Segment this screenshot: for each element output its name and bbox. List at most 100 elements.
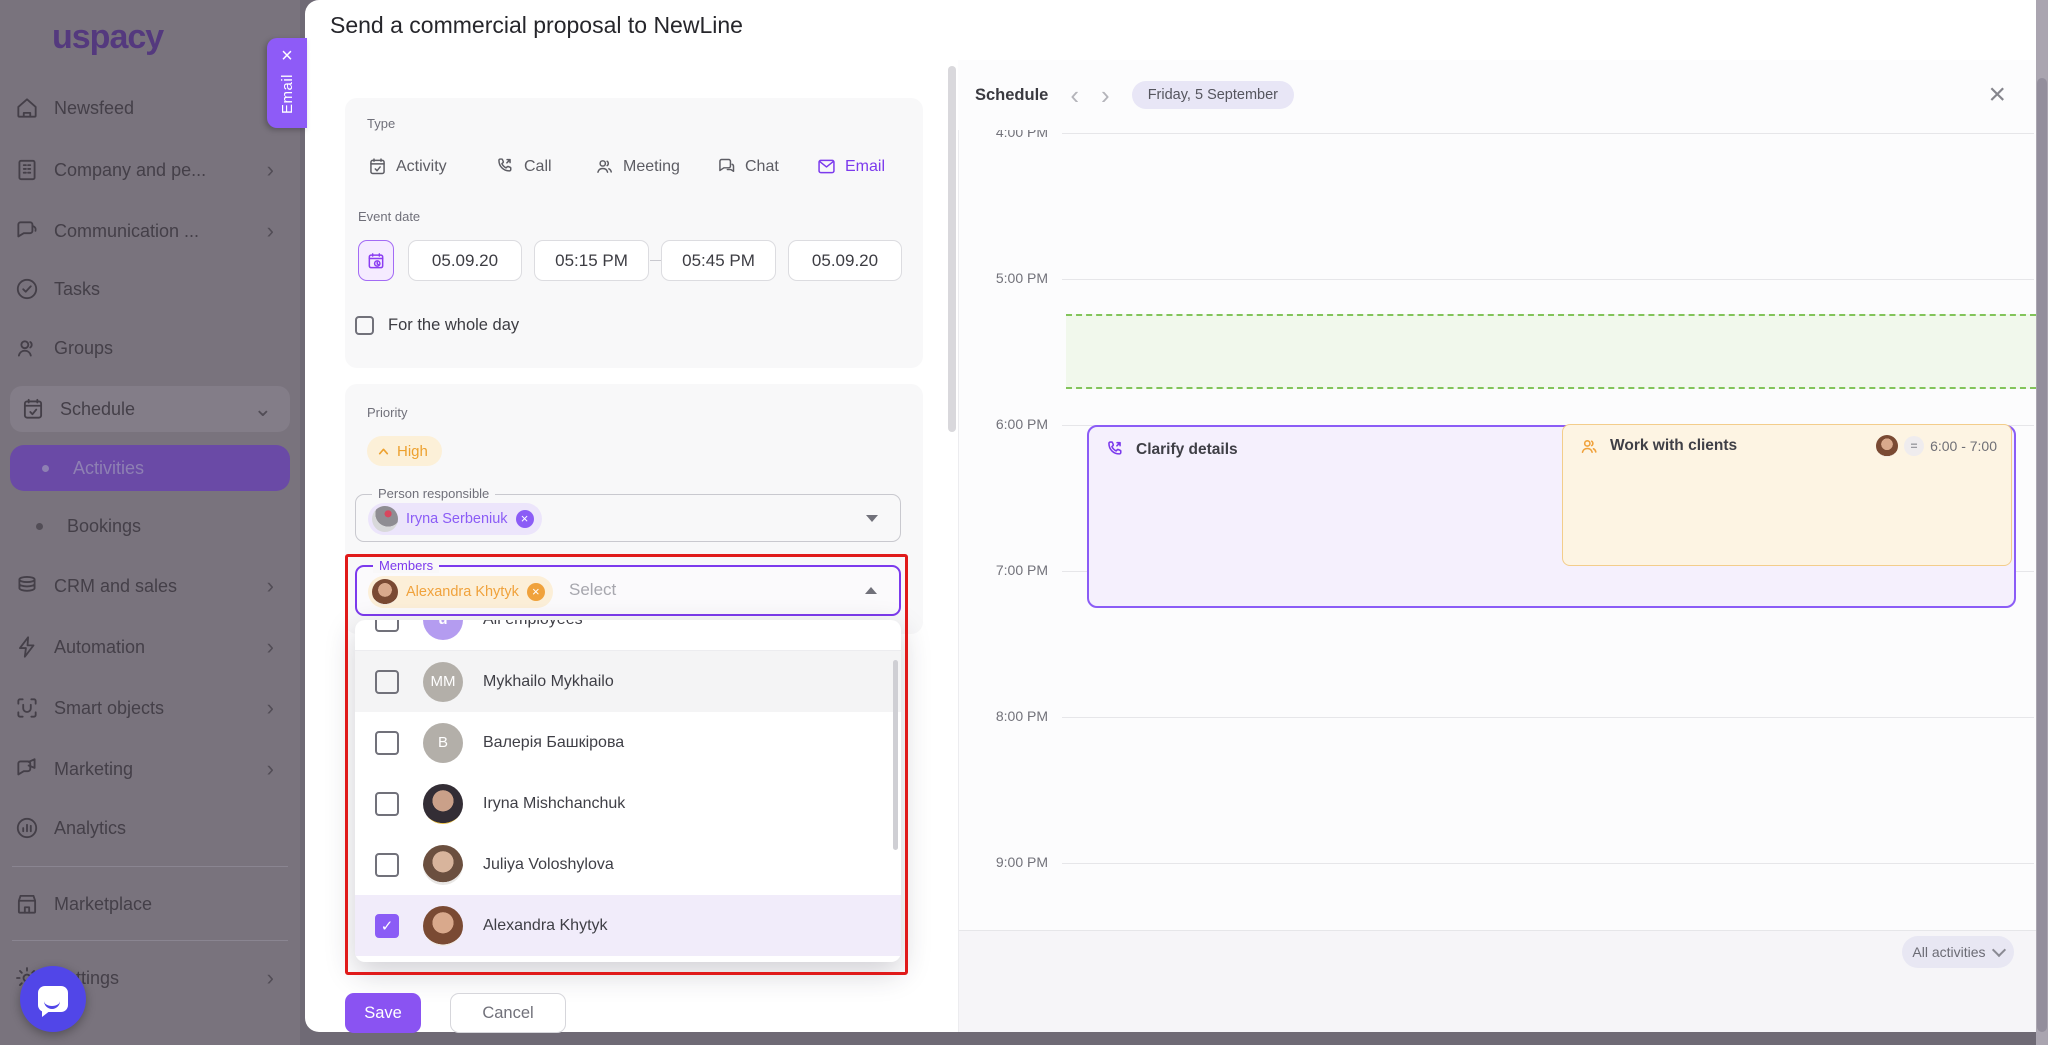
bullet-icon xyxy=(36,523,43,530)
member-option-all-employees[interactable]: u All employees xyxy=(355,620,901,651)
activity-filter-dropdown[interactable]: All activities xyxy=(1902,936,2014,968)
sidebar-item-marketing[interactable]: Marketing › xyxy=(14,746,288,792)
email-side-tab[interactable]: × Email xyxy=(267,38,307,128)
sidebar-item-automation[interactable]: Automation › xyxy=(14,624,288,670)
date-chip[interactable]: Friday, 5 September xyxy=(1132,81,1294,109)
members-placeholder: Select xyxy=(569,580,616,600)
end-time-input[interactable]: 05:45 PM xyxy=(661,240,776,281)
sidebar-item-label: Marketing xyxy=(54,759,133,780)
sidebar-item-company[interactable]: Company and pe... › xyxy=(14,147,288,193)
sidebar-item-label: Analytics xyxy=(54,818,126,839)
uspacy-logo[interactable]: uspacy xyxy=(52,18,163,57)
person-responsible-label: Person responsible xyxy=(372,486,495,501)
sidebar-divider xyxy=(12,940,288,941)
remove-chip-icon[interactable]: × xyxy=(516,510,534,528)
hour-label: 6:00 PM xyxy=(968,416,1048,432)
close-schedule-icon[interactable]: × xyxy=(1988,80,2006,110)
hour-label: 5:00 PM xyxy=(968,270,1048,286)
next-day-icon[interactable]: › xyxy=(1101,82,1110,108)
analytics-icon xyxy=(14,815,40,841)
sidebar-item-groups[interactable]: Groups xyxy=(14,325,288,371)
avatar: В xyxy=(423,723,463,763)
avatar: MM xyxy=(423,662,463,702)
member-name: Iryna Mishchanchuk xyxy=(483,795,625,813)
sidebar-item-communication[interactable]: Communication ... › xyxy=(14,208,288,254)
members-chip[interactable]: Alexandra Khytyk × xyxy=(368,576,553,608)
hour-gridline xyxy=(1062,279,2034,280)
type-option-label: Chat xyxy=(745,158,779,176)
event-work-with-clients[interactable]: Work with clients = 6:00 - 7:00 xyxy=(1562,424,2012,566)
person-responsible-field[interactable]: Person responsible Iryna Serbeniuk × xyxy=(355,494,901,542)
member-checkbox[interactable] xyxy=(375,670,399,694)
sidebar-item-tasks[interactable]: Tasks xyxy=(14,266,288,312)
cancel-button[interactable]: Cancel xyxy=(450,993,566,1033)
prev-day-icon[interactable]: ‹ xyxy=(1070,82,1079,108)
whole-day-checkbox[interactable] xyxy=(355,316,374,335)
member-name: Alexandra Khytyk xyxy=(483,917,608,935)
sidebar-item-newsfeed[interactable]: Newsfeed xyxy=(14,85,288,131)
sidebar-item-marketplace[interactable]: Marketplace xyxy=(14,881,288,927)
sidebar-item-label: Schedule xyxy=(60,399,135,420)
new-event-placeholder-slot[interactable] xyxy=(1066,314,2036,389)
sidebar-item-crm[interactable]: CRM and sales › xyxy=(14,563,288,609)
member-option-mykhailo[interactable]: MM Mykhailo Mykhailo xyxy=(355,651,901,712)
avatar xyxy=(1876,435,1898,457)
chat-launcher-button[interactable] xyxy=(20,966,86,1032)
members-field[interactable]: Members Alexandra Khytyk × Select xyxy=(355,565,901,616)
close-icon[interactable]: × xyxy=(281,46,293,66)
notes-icon: = xyxy=(1904,436,1924,456)
chevron-right-icon: › xyxy=(267,756,274,782)
start-time-input[interactable]: 05:15 PM xyxy=(534,240,649,281)
chevron-right-icon: › xyxy=(267,218,274,244)
dropdown-arrow-icon[interactable] xyxy=(866,515,878,522)
dropdown-scrollbar[interactable] xyxy=(893,660,898,850)
end-date-input[interactable]: 05.09.20 xyxy=(788,240,902,281)
app-window: uspacy Newsfeed Company and pe... › Comm… xyxy=(0,0,2048,1045)
avatar xyxy=(423,845,463,885)
form-scrollbar[interactable] xyxy=(948,66,956,432)
type-option-activity[interactable]: Activity xyxy=(367,156,447,177)
member-checkbox[interactable] xyxy=(375,853,399,877)
sidebar-item-bookings[interactable]: Bookings xyxy=(14,503,288,549)
people-icon xyxy=(14,335,40,361)
member-option-valeriia[interactable]: В Валерія Башкірова xyxy=(355,712,901,773)
type-option-label: Activity xyxy=(396,158,447,176)
type-label: Type xyxy=(367,116,395,131)
remove-chip-icon[interactable]: × xyxy=(527,583,545,601)
event-title: Clarify details xyxy=(1136,441,1238,459)
person-responsible-chip[interactable]: Iryna Serbeniuk × xyxy=(368,503,542,535)
sidebar-item-label: Tasks xyxy=(54,279,100,300)
sidebar: uspacy Newsfeed Company and pe... › Comm… xyxy=(0,0,300,1045)
sidebar-item-label: Company and pe... xyxy=(54,160,206,181)
type-option-call[interactable]: Call xyxy=(495,156,552,177)
priority-chip[interactable]: High xyxy=(367,436,442,466)
type-option-label: Call xyxy=(524,158,552,176)
member-option-alexandra[interactable]: ✓ Alexandra Khytyk xyxy=(355,895,901,956)
date-picker-button[interactable] xyxy=(358,240,394,281)
type-option-chat[interactable]: Chat xyxy=(716,156,779,177)
type-option-email[interactable]: Email xyxy=(816,156,885,177)
member-name: Juliya Voloshylova xyxy=(483,856,614,874)
priority-value: High xyxy=(397,443,428,460)
sidebar-item-schedule[interactable]: Schedule ⌄ xyxy=(10,386,290,432)
start-date-input[interactable]: 05.09.20 xyxy=(408,240,522,281)
envelope-icon xyxy=(816,156,837,177)
member-checkbox-checked[interactable]: ✓ xyxy=(375,914,399,938)
type-option-meeting[interactable]: Meeting xyxy=(594,156,680,177)
phone-outgoing-icon xyxy=(1105,439,1126,460)
member-option-juliya[interactable]: Juliya Voloshylova xyxy=(355,834,901,895)
member-checkbox[interactable] xyxy=(375,731,399,755)
sidebar-item-analytics[interactable]: Analytics xyxy=(14,805,288,851)
save-button[interactable]: Save xyxy=(345,993,421,1033)
sidebar-item-smart-objects[interactable]: Smart objects › xyxy=(14,685,288,731)
window-scrollbar-thumb[interactable] xyxy=(2037,78,2047,1032)
member-checkbox[interactable] xyxy=(375,792,399,816)
member-checkbox[interactable] xyxy=(375,620,399,632)
chat-icon xyxy=(14,218,40,244)
member-option-iryna-mishchanchuk[interactable]: Iryna Mishchanchuk xyxy=(355,773,901,834)
dropdown-collapse-icon[interactable] xyxy=(865,587,877,594)
avatar-initials: MM xyxy=(431,673,456,690)
event-time: 6:00 - 7:00 xyxy=(1930,438,1997,454)
sidebar-item-activities[interactable]: Activities xyxy=(10,445,290,491)
people-icon xyxy=(594,156,615,177)
